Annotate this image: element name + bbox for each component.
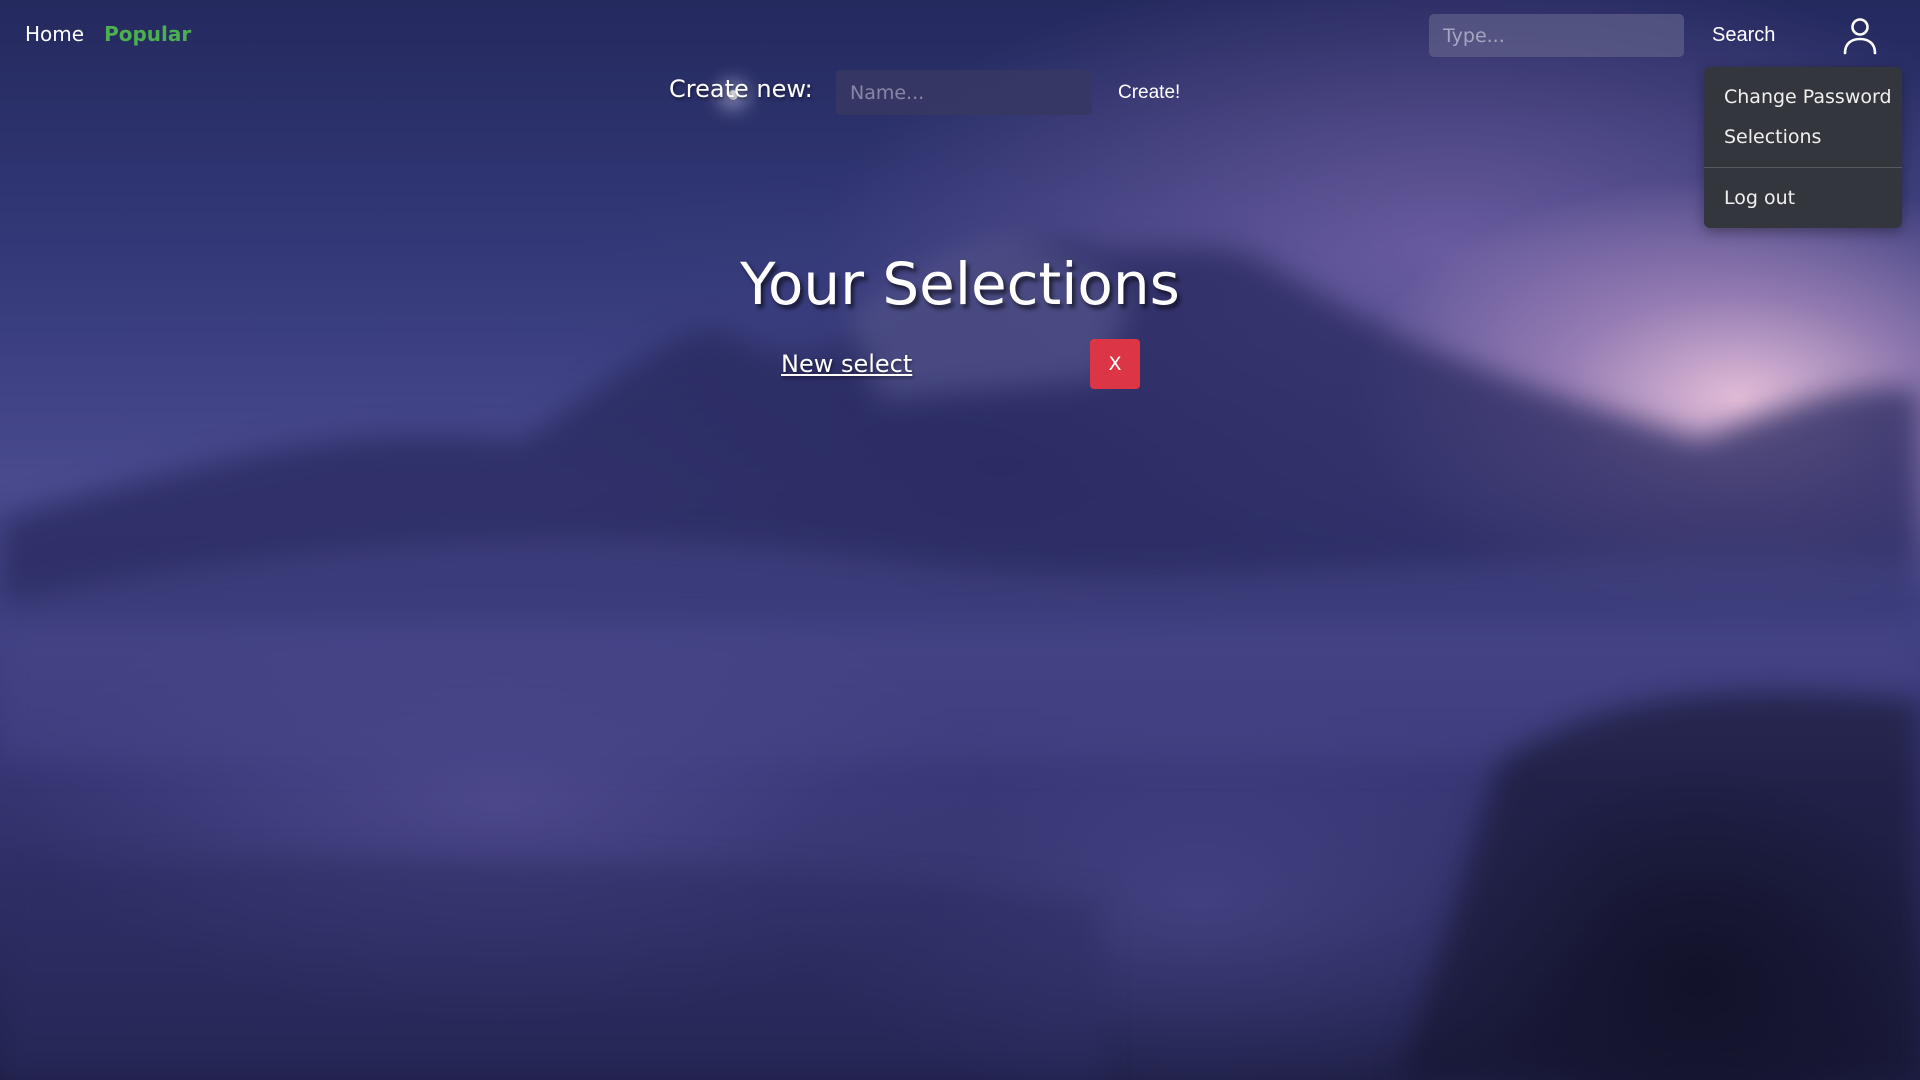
selection-name-input[interactable] (836, 70, 1092, 115)
user-icon[interactable] (1842, 16, 1878, 56)
delete-selection-button[interactable]: X (1090, 339, 1140, 389)
user-dropdown-menu: Change Password Selections Log out (1704, 67, 1902, 228)
nav-popular-link[interactable]: Popular (104, 22, 191, 46)
background-scenery (0, 240, 1920, 1080)
page-title: Your Selections (0, 250, 1920, 318)
create-new-label: Create new: (669, 75, 813, 103)
menu-item-selections[interactable]: Selections (1724, 126, 1821, 148)
search-input[interactable] (1429, 14, 1684, 57)
nav-home-link[interactable]: Home (25, 22, 84, 46)
menu-item-change-password[interactable]: Change Password (1724, 86, 1892, 108)
selection-link[interactable]: New select (781, 350, 912, 378)
create-button[interactable]: Create! (1108, 70, 1190, 115)
menu-divider (1704, 167, 1902, 168)
search-button[interactable]: Search (1700, 14, 1787, 57)
page-title-text: Your Selections (740, 250, 1180, 318)
main-nav: Home Popular (25, 22, 191, 46)
menu-item-log-out[interactable]: Log out (1724, 187, 1795, 209)
